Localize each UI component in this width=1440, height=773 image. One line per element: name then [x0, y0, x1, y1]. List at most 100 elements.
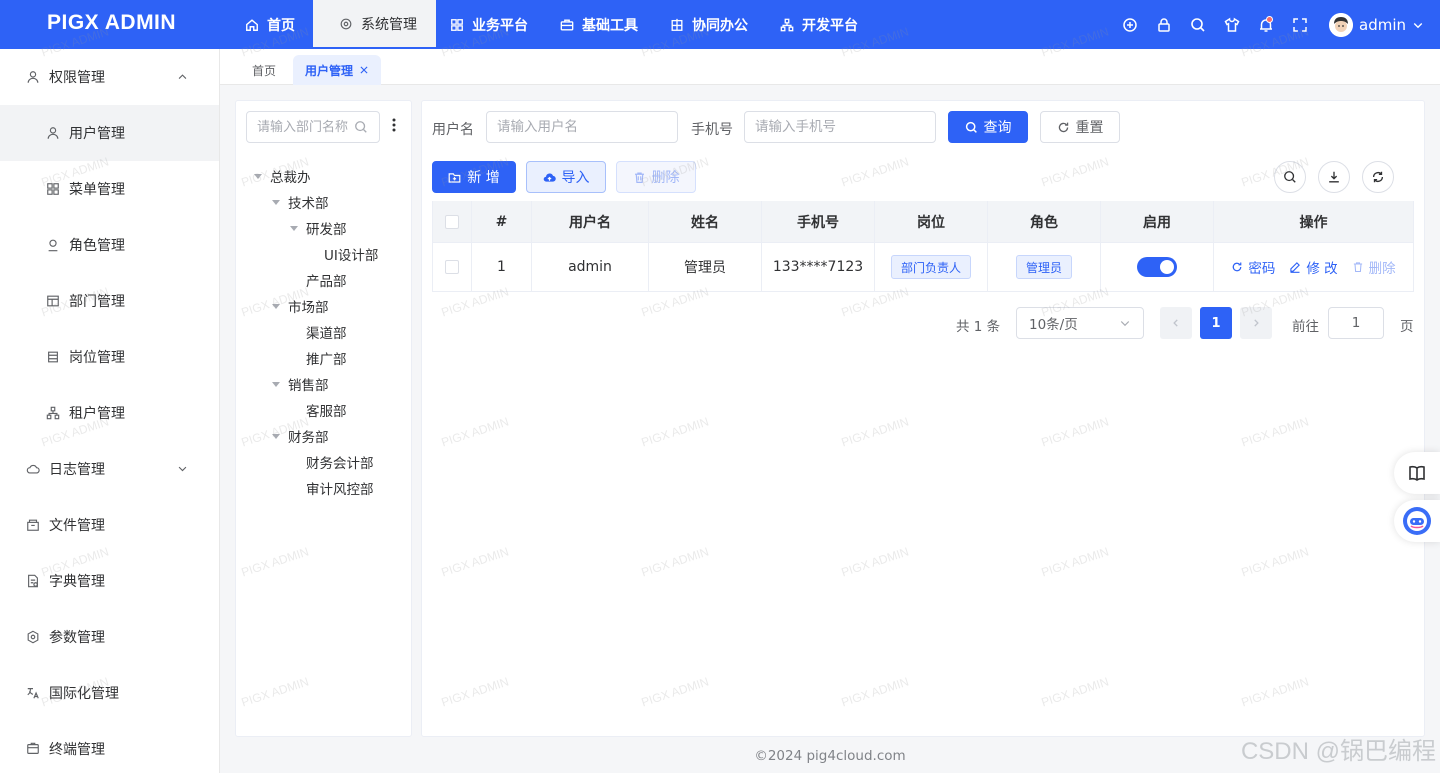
reset-button[interactable]: 重置 — [1040, 111, 1120, 143]
sidebar-item-10[interactable]: 参数管理 — [0, 609, 219, 665]
tree-node[interactable]: 市场部 — [272, 293, 329, 319]
fullscreen-button[interactable] — [1283, 8, 1317, 42]
tree-node[interactable]: 推广部 — [290, 345, 347, 371]
sidebar-item-label: 岗位管理 — [69, 350, 125, 366]
tree-node[interactable]: 财务会计部 — [290, 449, 374, 475]
lock-button[interactable] — [1147, 8, 1181, 42]
sidebar-item-3[interactable]: 角色管理 — [0, 217, 219, 273]
tree-node[interactable]: 财务部 — [272, 423, 329, 449]
row-checkbox[interactable] — [445, 260, 459, 274]
tree-node[interactable]: 客服部 — [290, 397, 347, 423]
topnav-dev[interactable]: 开发平台 — [766, 0, 876, 49]
enabled-switch[interactable] — [1137, 257, 1177, 277]
select-all-cell — [432, 201, 472, 242]
delete-row-button[interactable]: 删除 — [1352, 257, 1396, 277]
close-icon[interactable] — [359, 65, 369, 75]
tree-node-label: 研发部 — [306, 222, 347, 238]
sidebar-item-6[interactable]: 租户管理 — [0, 385, 219, 441]
sidebar-item-2[interactable]: 菜单管理 — [0, 161, 219, 217]
topnav-business[interactable]: 业务平台 — [436, 0, 546, 49]
toggle-search-button[interactable] — [1274, 161, 1306, 193]
reset-password-button[interactable]: 密码 — [1231, 257, 1275, 277]
docs-float-button[interactable] — [1394, 452, 1440, 494]
more-vertical-icon[interactable] — [388, 117, 400, 133]
goto-page-input[interactable] — [1328, 307, 1384, 339]
delete-button[interactable]: 删除 — [616, 161, 696, 193]
tab-user-management[interactable]: 用户管理 — [293, 55, 382, 85]
table-header: # 用户名 姓名 手机号 岗位 角色 启用 操作 — [432, 201, 1414, 243]
sidebar: 权限管理 用户管理 菜单管理角色管理部门管理岗位管理租户管理 日志管理 文件管理 字典管理… — [0, 49, 220, 773]
role-tag: 管理员 — [1015, 255, 1072, 279]
add-button[interactable]: 新 增 — [432, 161, 516, 193]
role-icon — [46, 238, 60, 252]
tree-node-label: 技术部 — [288, 196, 329, 212]
select-all-checkbox[interactable] — [445, 214, 459, 229]
lock-icon — [1156, 17, 1172, 33]
tree-node-label: 市场部 — [288, 300, 329, 316]
search-icon[interactable] — [354, 120, 368, 134]
export-button[interactable] — [1318, 161, 1350, 193]
tree-node[interactable]: 审计风控部 — [290, 475, 374, 501]
download-icon — [1327, 170, 1341, 184]
sidebar-item-label: 参数管理 — [49, 630, 105, 646]
tree-node-label: UI设计部 — [324, 248, 379, 264]
import-button[interactable]: 导入 — [526, 161, 606, 193]
phone-input[interactable] — [744, 111, 936, 143]
tree-node[interactable]: 总裁办 — [254, 163, 311, 189]
add-circle-icon — [1122, 17, 1138, 33]
assistant-float-button[interactable] — [1394, 500, 1440, 542]
tree-node[interactable]: UI设计部 — [308, 241, 378, 267]
corner-watermark: CSDN @锅巴编程 — [1240, 738, 1436, 765]
sidebar-item-11[interactable]: 国际化管理 — [0, 665, 219, 721]
building-icon — [670, 18, 684, 32]
cell-role: 管理员 — [988, 243, 1101, 291]
username-input[interactable] — [486, 111, 678, 143]
edit-button[interactable]: 修 改 — [1289, 257, 1338, 277]
topnav-tools[interactable]: 基础工具 — [546, 0, 656, 49]
col-username: 用户名 — [532, 201, 649, 242]
next-page-button[interactable] — [1240, 307, 1272, 339]
sidebar-item-7[interactable]: 日志管理 — [0, 441, 219, 497]
caret-down-icon — [290, 484, 298, 492]
book-icon — [1407, 463, 1427, 483]
goto-label: 前往 — [1292, 319, 1319, 335]
tree-node[interactable]: 技术部 — [272, 189, 329, 215]
sidebar-item-9[interactable]: 字典管理 — [0, 553, 219, 609]
theme-shirt-icon — [1224, 17, 1240, 33]
sidebar-item-0[interactable]: 权限管理 — [0, 49, 219, 105]
tree-node[interactable]: 研发部 — [290, 215, 347, 241]
search-button[interactable] — [1181, 8, 1215, 42]
user-menu[interactable]: admin — [1329, 12, 1424, 37]
sidebar-item-12[interactable]: 终端管理 — [0, 721, 219, 773]
sidebar-item-8[interactable]: 文件管理 — [0, 497, 219, 553]
sidebar-item-label: 角色管理 — [69, 238, 125, 254]
notification-button[interactable] — [1249, 8, 1283, 42]
chevron-down-icon — [1119, 317, 1131, 329]
tree-node[interactable]: 产品部 — [290, 267, 347, 293]
add-circle-button[interactable] — [1113, 8, 1147, 42]
sidebar-item-5[interactable]: 岗位管理 — [0, 329, 219, 385]
theme-button[interactable] — [1215, 8, 1249, 42]
sidebar-item-label: 部门管理 — [69, 294, 125, 310]
sidebar-item-1[interactable]: 用户管理 — [0, 105, 219, 161]
tab-home[interactable]: 首页 — [240, 55, 288, 85]
tree-node[interactable]: 销售部 — [272, 371, 329, 397]
col-post: 岗位 — [875, 201, 988, 242]
folder-add-icon — [448, 171, 461, 184]
refresh-table-button[interactable] — [1362, 161, 1394, 193]
topnav-office[interactable]: 协同办公 — [656, 0, 766, 49]
topnav-home[interactable]: 首页 — [231, 0, 313, 49]
cell-phone: 133****7123 — [762, 243, 875, 291]
file-box-icon — [26, 518, 40, 532]
edit-pen-icon — [1289, 261, 1301, 273]
topnav-system[interactable]: 系统管理 — [313, 0, 436, 49]
avatar — [1329, 12, 1353, 37]
chevron-right-icon — [1251, 318, 1261, 328]
page-size-select[interactable]: 10条/页 — [1016, 307, 1144, 339]
query-button[interactable]: 查询 — [948, 111, 1028, 143]
prev-page-button[interactable] — [1160, 307, 1192, 339]
tree-node[interactable]: 渠道部 — [290, 319, 347, 345]
sidebar-item-4[interactable]: 部门管理 — [0, 273, 219, 329]
terminal-icon — [26, 742, 40, 756]
page-1-button[interactable]: 1 — [1200, 307, 1232, 339]
